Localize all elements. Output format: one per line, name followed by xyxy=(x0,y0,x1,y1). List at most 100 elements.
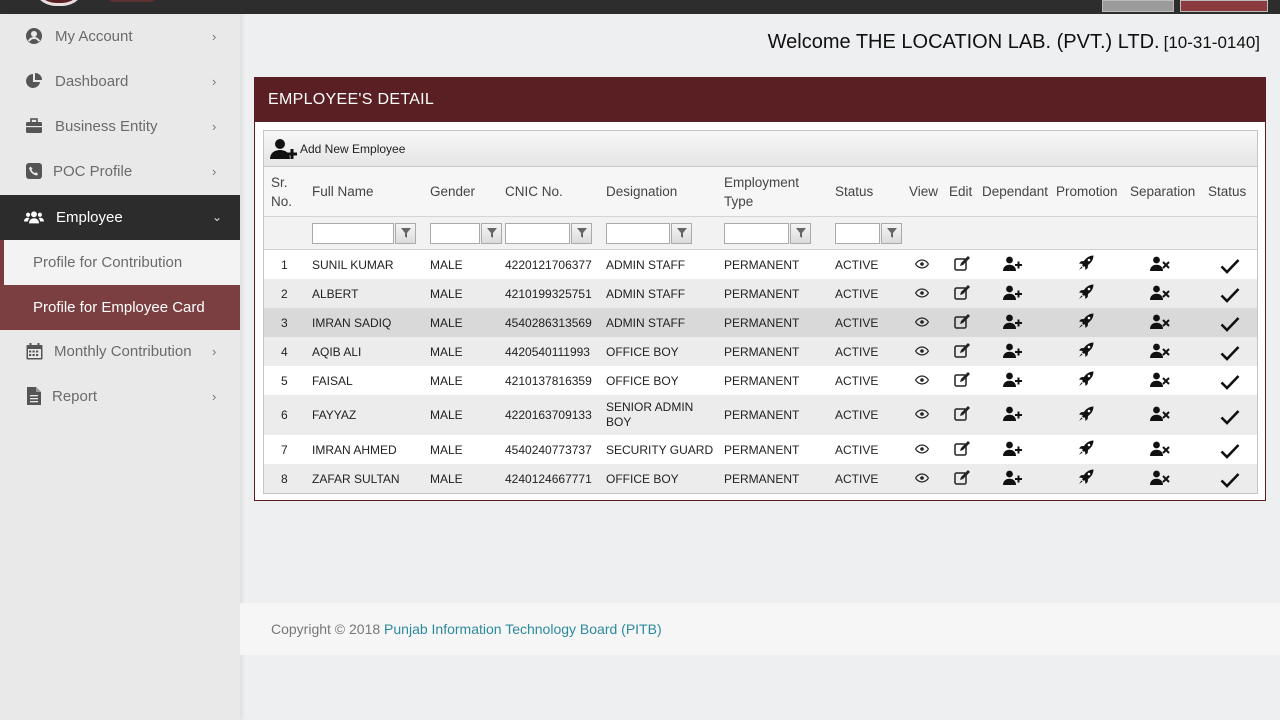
filter-gender-button[interactable] xyxy=(481,223,502,244)
separation-button[interactable] xyxy=(1146,279,1174,308)
separation-button[interactable] xyxy=(1146,337,1174,366)
pitb-link[interactable]: Punjab Information Technology Board (PIT… xyxy=(384,621,662,637)
table-row[interactable]: 6 FAYYAZ MALE 4220163709133 SENIOR ADMIN BOY P… xyxy=(264,395,1257,435)
separation-button[interactable] xyxy=(1146,366,1174,395)
filter-cnic-input[interactable] xyxy=(505,223,570,244)
sidebar-item-business-entity[interactable]: Business Entity › xyxy=(0,104,240,149)
table-row[interactable]: 4 AQIB ALI MALE 4420540111993 OFFICE BOY PERM… xyxy=(264,337,1257,366)
view-button[interactable] xyxy=(909,464,935,493)
filter-name-button[interactable] xyxy=(395,223,416,244)
sidebar-subitem-profile-employee-card[interactable]: Profile for Employee Card xyxy=(0,285,240,330)
sidebar-item-dashboard[interactable]: Dashboard › xyxy=(0,59,240,104)
view-button[interactable] xyxy=(909,435,935,464)
status-toggle-button[interactable] xyxy=(1216,337,1244,366)
add-dependant-button[interactable] xyxy=(997,366,1027,395)
col-header-cnic[interactable]: CNIC No. xyxy=(505,182,563,201)
promotion-button[interactable] xyxy=(1073,395,1099,435)
filter-designation-button[interactable] xyxy=(671,223,692,244)
add-dependant-button[interactable] xyxy=(997,395,1027,435)
col-header-full-name[interactable]: Full Name xyxy=(312,182,374,201)
status-toggle-button[interactable] xyxy=(1216,395,1244,435)
filter-status-button[interactable] xyxy=(881,223,902,244)
edit-button[interactable] xyxy=(948,464,976,493)
cell-employment-type: PERMANENT xyxy=(724,315,800,330)
status-toggle-button[interactable] xyxy=(1216,366,1244,395)
separation-button[interactable] xyxy=(1146,250,1174,279)
sidebar-item-my-account[interactable]: My Account › xyxy=(0,14,240,59)
eye-icon xyxy=(914,345,930,359)
separation-button[interactable] xyxy=(1146,308,1174,337)
col-header-status[interactable]: Status xyxy=(835,182,873,201)
status-toggle-button[interactable] xyxy=(1216,250,1244,279)
edit-button[interactable] xyxy=(948,250,976,279)
edit-button[interactable] xyxy=(948,279,976,308)
promotion-button[interactable] xyxy=(1073,464,1099,493)
edit-button[interactable] xyxy=(948,395,976,435)
filter-gender-input[interactable] xyxy=(430,223,480,244)
status-toggle-button[interactable] xyxy=(1216,308,1244,337)
filter-employment-type-button[interactable] xyxy=(790,223,811,244)
filter-employment-type-input[interactable] xyxy=(724,223,789,244)
add-dependant-button[interactable] xyxy=(997,435,1027,464)
table-row[interactable]: 3 IMRAN SADIQ MALE 4540286313569 ADMIN STAFF… xyxy=(264,308,1257,337)
edit-button[interactable] xyxy=(948,308,976,337)
promotion-button[interactable] xyxy=(1073,279,1099,308)
add-dependant-button[interactable] xyxy=(997,464,1027,493)
table-row[interactable]: 1 SUNIL KUMAR MALE 4220121706377 ADMIN STAFF… xyxy=(264,250,1257,279)
separation-button[interactable] xyxy=(1146,435,1174,464)
view-button[interactable] xyxy=(909,337,935,366)
cell-gender: MALE xyxy=(430,442,463,457)
view-button[interactable] xyxy=(909,279,935,308)
add-new-employee-button[interactable]: Add New Employee xyxy=(270,137,405,161)
rocket-icon xyxy=(1078,440,1094,459)
add-dependant-button[interactable] xyxy=(997,308,1027,337)
add-dependant-button[interactable] xyxy=(997,250,1027,279)
view-button[interactable] xyxy=(909,395,935,435)
col-header-designation[interactable]: Designation xyxy=(606,182,677,201)
sidebar-item-label: Employee xyxy=(56,209,123,226)
cell-designation: OFFICE BOY xyxy=(606,471,679,486)
add-user-icon xyxy=(1002,256,1022,274)
col-header-employment-type[interactable]: Employment Type xyxy=(724,173,799,211)
header-image-1 xyxy=(1102,0,1174,12)
promotion-button[interactable] xyxy=(1073,250,1099,279)
cell-employment-type: PERMANENT xyxy=(724,442,800,457)
filter-name-input[interactable] xyxy=(312,223,394,244)
filter-cnic-button[interactable] xyxy=(571,223,592,244)
add-dependant-button[interactable] xyxy=(997,279,1027,308)
status-toggle-button[interactable] xyxy=(1216,435,1244,464)
edit-button[interactable] xyxy=(948,435,976,464)
sidebar-item-report[interactable]: Report › xyxy=(0,374,240,419)
rocket-icon xyxy=(1078,469,1094,488)
cell-gender: MALE xyxy=(430,408,463,422)
rocket-icon xyxy=(1078,342,1094,361)
remove-user-icon xyxy=(1150,343,1170,361)
table-row[interactable]: 8 ZAFAR SULTAN MALE 4240124667771 OFFICE BOY… xyxy=(264,464,1257,493)
status-toggle-button[interactable] xyxy=(1216,464,1244,493)
col-header-gender[interactable]: Gender xyxy=(430,182,475,201)
employee-detail-panel: EMPLOYEE'S DETAIL Add New Employee Sr. N… xyxy=(254,77,1266,501)
view-button[interactable] xyxy=(909,366,935,395)
promotion-button[interactable] xyxy=(1073,308,1099,337)
promotion-button[interactable] xyxy=(1073,435,1099,464)
status-toggle-button[interactable] xyxy=(1216,279,1244,308)
sidebar-item-employee[interactable]: Employee ⌄ xyxy=(0,195,240,240)
promotion-button[interactable] xyxy=(1073,337,1099,366)
filter-status-input[interactable] xyxy=(835,223,880,244)
filter-designation-input[interactable] xyxy=(606,223,670,244)
view-button[interactable] xyxy=(909,308,935,337)
table-row[interactable]: 5 FAISAL MALE 4210137816359 OFFICE BOY PERMAN… xyxy=(264,366,1257,395)
promotion-button[interactable] xyxy=(1073,366,1099,395)
sidebar-item-monthly-contribution[interactable]: Monthly Contribution › xyxy=(0,329,240,374)
separation-button[interactable] xyxy=(1146,464,1174,493)
add-dependant-button[interactable] xyxy=(997,337,1027,366)
table-row[interactable]: 7 IMRAN AHMED MALE 4540240773737 SECURITY GU… xyxy=(264,435,1257,464)
sidebar-item-poc-profile[interactable]: POC Profile › xyxy=(0,149,240,194)
edit-button[interactable] xyxy=(948,366,976,395)
sidebar-subitem-profile-contribution[interactable]: Profile for Contribution xyxy=(0,240,240,285)
edit-button[interactable] xyxy=(948,337,976,366)
separation-button[interactable] xyxy=(1146,395,1174,435)
view-button[interactable] xyxy=(909,250,935,279)
filter-icon xyxy=(486,225,497,243)
table-row[interactable]: 2 ALBERT MALE 4210199325751 ADMIN STAFF PERMA… xyxy=(264,279,1257,308)
